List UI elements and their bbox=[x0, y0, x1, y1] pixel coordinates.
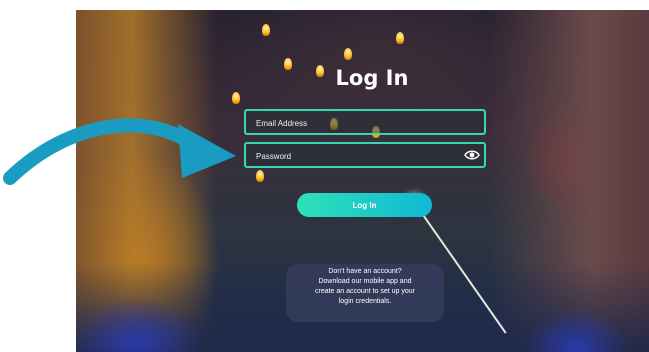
jellyfish bbox=[262, 24, 270, 36]
login-button[interactable]: Log In bbox=[297, 193, 432, 217]
arrow-icon bbox=[3, 118, 236, 185]
page-title: Log In bbox=[335, 66, 409, 90]
email-field[interactable] bbox=[244, 109, 486, 135]
signup-info-box: Don't have an account? Download our mobi… bbox=[286, 264, 444, 322]
jellyfish bbox=[344, 48, 352, 60]
email-input[interactable] bbox=[254, 111, 458, 135]
password-field[interactable] bbox=[244, 142, 486, 168]
info-line: Don't have an account? bbox=[328, 268, 402, 275]
eye-icon[interactable] bbox=[464, 147, 480, 163]
password-input[interactable] bbox=[254, 144, 458, 168]
info-line: create an account to set up your bbox=[314, 288, 415, 295]
jellyfish bbox=[284, 58, 292, 70]
info-line: Download our mobile app and bbox=[318, 278, 412, 285]
jellyfish bbox=[396, 32, 404, 44]
info-line: login credentials. bbox=[338, 298, 392, 305]
jellyfish bbox=[316, 65, 324, 77]
